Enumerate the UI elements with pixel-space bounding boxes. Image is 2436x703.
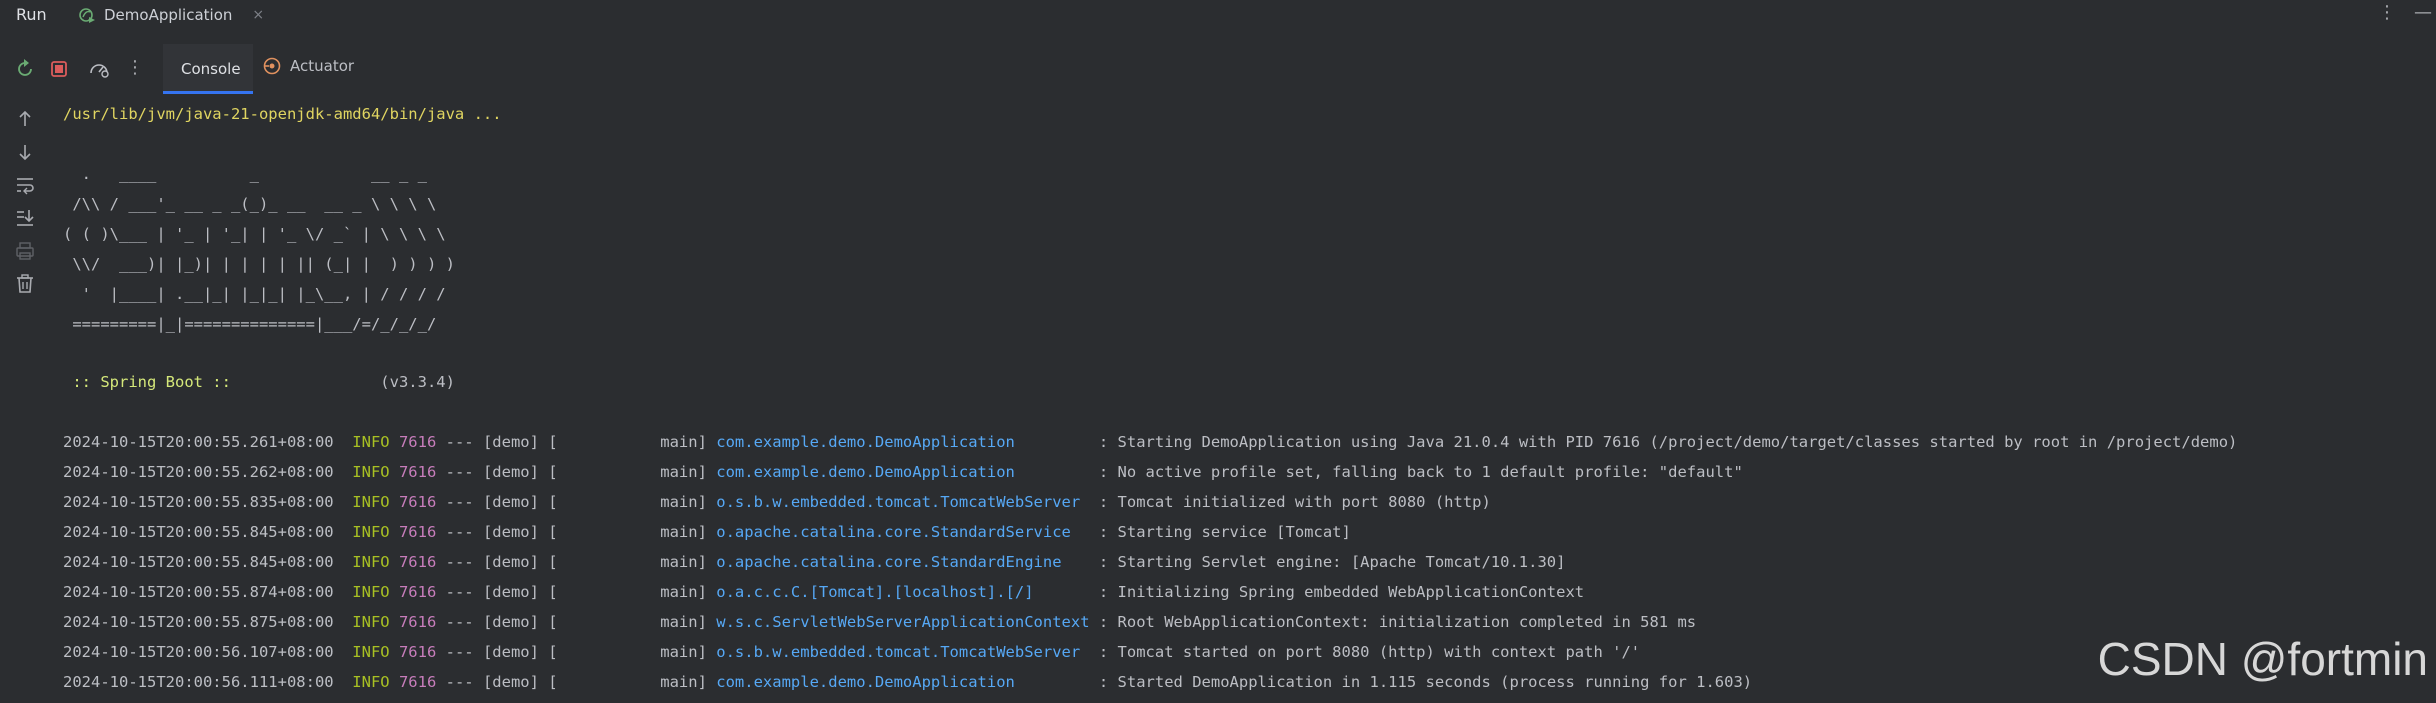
log-level: INFO — [352, 523, 390, 541]
log-logger-link[interactable]: com.example.demo.DemoApplication — [716, 433, 1015, 451]
spring-banner-line: =========|_|==============|___/=/_/_/_/ — [63, 315, 437, 333]
log-thread: --- [demo] [ main] — [436, 613, 717, 631]
log-timestamp: 2024-10-15T20:00:55.835+08:00 — [63, 493, 334, 511]
log-pid: 7616 — [398, 613, 437, 631]
log-level: INFO — [352, 433, 390, 451]
minimize-icon[interactable]: — — [2414, 2, 2432, 23]
log-pid: 7616 — [398, 493, 437, 511]
log-thread: --- [demo] [ main] — [436, 493, 717, 511]
log-line: 2024-10-15T20:00:55.874+08:00 INFO 7616 … — [63, 580, 1584, 604]
log-message: : Root WebApplicationContext: initializa… — [1098, 613, 1697, 631]
log-line: 2024-10-15T20:00:56.111+08:00 INFO 7616 … — [63, 670, 1752, 694]
actuator-icon — [263, 57, 281, 75]
log-pid: 7616 — [398, 433, 437, 451]
log-timestamp: 2024-10-15T20:00:55.845+08:00 — [63, 523, 334, 541]
log-pid: 7616 — [398, 553, 437, 571]
log-pid: 7616 — [398, 643, 437, 661]
log-message: : Starting service [Tomcat] — [1098, 523, 1351, 541]
console-side-toolbar — [0, 100, 50, 703]
log-level: INFO — [352, 583, 390, 601]
log-message: : Initializing Spring embedded WebApplic… — [1098, 583, 1585, 601]
log-timestamp: 2024-10-15T20:00:55.261+08:00 — [63, 433, 334, 451]
log-logger-link[interactable]: com.example.demo.DemoApplication — [716, 463, 1015, 481]
clear-icon[interactable] — [14, 273, 36, 295]
log-message: : Starting DemoApplication using Java 21… — [1098, 433, 2238, 451]
log-line: 2024-10-15T20:00:55.875+08:00 INFO 7616 … — [63, 610, 1696, 634]
scroll-up-icon[interactable] — [14, 108, 36, 130]
spring-run-icon — [79, 8, 95, 23]
log-logger-link[interactable]: o.a.c.c.C.[Tomcat].[localhost].[/] — [716, 583, 1033, 601]
log-message: : Starting Servlet engine: [Apache Tomca… — [1098, 553, 1566, 571]
more-icon[interactable]: ⋮ — [126, 57, 144, 78]
log-level: INFO — [352, 553, 390, 571]
log-timestamp: 2024-10-15T20:00:55.845+08:00 — [63, 553, 334, 571]
log-timestamp: 2024-10-15T20:00:55.262+08:00 — [63, 463, 334, 481]
tab-console-label: Console — [181, 60, 241, 78]
spring-banner-line: ' |____| .__|_| |_|_| |_\__, | / / / / — [63, 285, 446, 303]
tab-console[interactable]: Console — [163, 44, 253, 94]
log-line: 2024-10-15T20:00:55.835+08:00 INFO 7616 … — [63, 490, 1491, 514]
log-logger-link[interactable]: o.apache.catalina.core.StandardEngine — [716, 553, 1061, 571]
log-pid: 7616 — [398, 583, 437, 601]
tab-actuator-label: Actuator — [290, 57, 355, 75]
log-thread: --- [demo] [ main] — [436, 463, 717, 481]
spring-banner-line: /\\ / ___'_ __ _ _(_)_ __ __ _ \ \ \ \ — [63, 195, 437, 213]
log-thread: --- [demo] [ main] — [436, 673, 717, 691]
tab-actuator[interactable]: Actuator — [262, 56, 354, 76]
log-line: 2024-10-15T20:00:56.107+08:00 INFO 7616 … — [63, 640, 1640, 664]
scroll-down-icon[interactable] — [14, 141, 36, 163]
print-icon — [16, 242, 34, 260]
log-level: INFO — [352, 673, 390, 691]
log-thread: --- [demo] [ main] — [436, 583, 717, 601]
run-tab-label: DemoApplication — [104, 6, 233, 24]
log-level: INFO — [352, 493, 390, 511]
java-command-line[interactable]: /usr/lib/jvm/java-21-openjdk-amd64/bin/j… — [63, 102, 502, 126]
spring-banner-line: . ____ _ __ _ _ — [63, 165, 427, 183]
log-line: 2024-10-15T20:00:55.845+08:00 INFO 7616 … — [63, 520, 1351, 544]
tool-window-header: Run DemoApplication × ⋮ — — [0, 0, 2436, 30]
spring-boot-version: (v3.3.4) — [240, 373, 455, 391]
log-message: : Tomcat started on port 8080 (http) wit… — [1098, 643, 1641, 661]
log-logger-link[interactable]: o.apache.catalina.core.StandardService — [716, 523, 1071, 541]
more-options-icon[interactable]: ⋮ — [2378, 2, 2396, 23]
log-pid: 7616 — [398, 523, 437, 541]
log-level: INFO — [352, 643, 390, 661]
spring-banner-line: ( ( )\___ | '_ | '_| | '_ \/ _` | \ \ \ … — [63, 225, 446, 243]
log-logger-link[interactable]: com.example.demo.DemoApplication — [716, 673, 1015, 691]
log-message: : Started DemoApplication in 1.115 secon… — [1098, 673, 1753, 691]
log-logger-link[interactable]: o.s.b.w.embedded.tomcat.TomcatWebServer — [716, 643, 1080, 661]
run-title: Run — [16, 5, 47, 24]
log-logger-link[interactable]: w.s.c.ServletWebServerApplicationContext — [716, 613, 1089, 631]
run-tab-demoapplication[interactable]: DemoApplication × — [78, 0, 264, 30]
log-thread: --- [demo] [ main] — [436, 433, 717, 451]
log-pid: 7616 — [398, 673, 437, 691]
dashboard-icon[interactable] — [88, 58, 110, 80]
log-timestamp: 2024-10-15T20:00:55.875+08:00 — [63, 613, 334, 631]
log-thread: --- [demo] [ main] — [436, 643, 717, 661]
log-timestamp: 2024-10-15T20:00:56.111+08:00 — [63, 673, 334, 691]
close-icon[interactable]: × — [252, 7, 264, 23]
console-output[interactable]: /usr/lib/jvm/java-21-openjdk-amd64/bin/j… — [63, 98, 2423, 698]
log-level: INFO — [352, 613, 390, 631]
log-timestamp: 2024-10-15T20:00:55.874+08:00 — [63, 583, 334, 601]
spring-banner-line: \\/ ___)| |_)| | | | | || (_| | ) ) ) ) — [63, 255, 455, 273]
log-thread: --- [demo] [ main] — [436, 523, 717, 541]
log-message: : No active profile set, falling back to… — [1098, 463, 1743, 481]
rerun-icon[interactable] — [14, 58, 36, 80]
scroll-to-end-icon[interactable] — [14, 207, 36, 229]
soft-wrap-icon[interactable] — [14, 174, 36, 196]
log-message: : Tomcat initialized with port 8080 (htt… — [1098, 493, 1491, 511]
spring-boot-label: :: Spring Boot :: — [63, 373, 241, 391]
spring-boot-version-line: :: Spring Boot :: (v3.3.4) — [63, 370, 455, 394]
log-timestamp: 2024-10-15T20:00:56.107+08:00 — [63, 643, 334, 661]
log-line: 2024-10-15T20:00:55.845+08:00 INFO 7616 … — [63, 550, 1565, 574]
log-line: 2024-10-15T20:00:55.262+08:00 INFO 7616 … — [63, 460, 1743, 484]
log-pid: 7616 — [398, 463, 437, 481]
log-level: INFO — [352, 463, 390, 481]
log-logger-link[interactable]: o.s.b.w.embedded.tomcat.TomcatWebServer — [716, 493, 1080, 511]
watermark: CSDN @fortmin — [2097, 633, 2428, 685]
log-line: 2024-10-15T20:00:55.261+08:00 INFO 7616 … — [63, 430, 2237, 454]
log-thread: --- [demo] [ main] — [436, 553, 717, 571]
stop-icon[interactable] — [48, 58, 70, 80]
